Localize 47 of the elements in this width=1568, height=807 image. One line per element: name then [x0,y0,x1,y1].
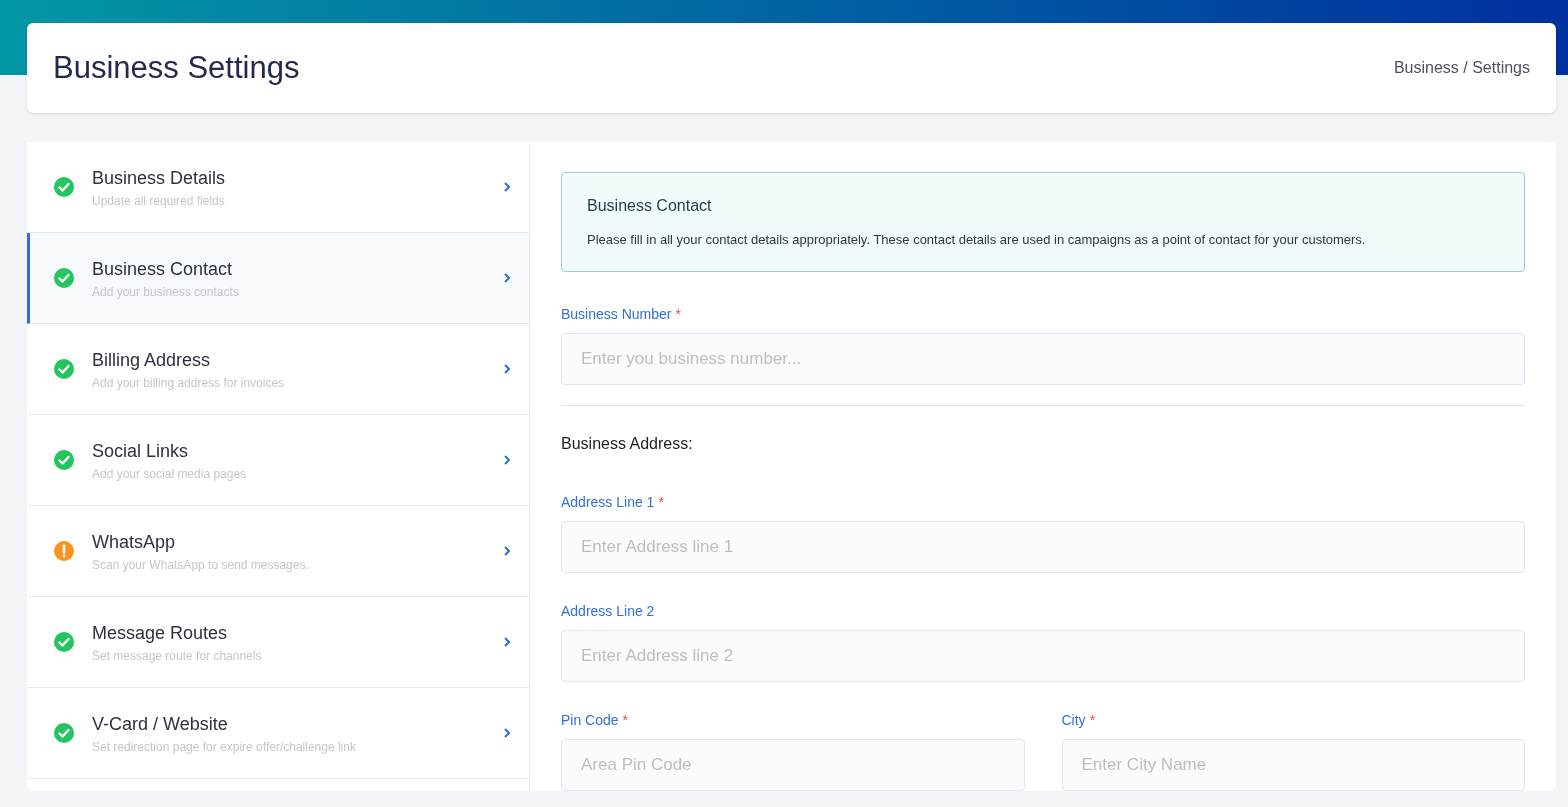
breadcrumb: Business / Settings [1393,58,1530,78]
chevron-right-icon [503,727,511,739]
check-circle-icon [54,723,74,743]
item-title: Message Routes [92,621,229,645]
item-title: Social Links [92,439,190,463]
sidebar-item[interactable]: Business Details Update all required fields [27,142,529,233]
check-circle-icon [54,450,74,470]
exclamation-circle-icon [54,541,74,561]
item-subtitle: Scan your WhatsApp to send messages. [92,556,310,574]
required-asterisk: * [622,710,629,730]
chevron-right-icon [503,636,511,648]
item-subtitle: Update all required fields [92,192,226,210]
check-circle-icon [54,359,74,379]
check-circle-icon [54,632,74,652]
info-text: Please fill in all your contact details appropriately. These contact details are used in campaigns as a point of contact for your customers. [587,231,1367,249]
item-title: Business Contact [92,257,234,281]
required-asterisk: * [675,304,681,324]
item-subtitle: Add your social media pages [92,465,248,483]
required-asterisk: * [658,492,664,512]
input-field[interactable]: Area Pin Code [561,738,1025,791]
chevron-right-icon [503,181,511,193]
section-heading: Business Address: [561,433,694,454]
item-subtitle: Add your billing address for invoices [92,374,286,392]
item-title: Billing Address [92,348,212,372]
required-asterisk: * [1089,710,1096,730]
chevron-right-icon [503,363,511,375]
page-title: Business Settings [53,48,300,87]
chevron-right-icon [503,272,511,284]
field-label: Business Number [561,304,672,324]
check-circle-icon [54,268,74,288]
input-field[interactable]: Enter City Name [1061,738,1525,791]
chevron-right-icon [503,545,511,557]
item-title: V-Card / Website [92,712,229,736]
item-subtitle: Set redirection page for expire offer/challenge link [92,738,357,756]
input-field[interactable]: Enter you business number... [561,332,1525,385]
item-title: Business Details [92,166,227,190]
field-label: Address Line 2 [561,601,655,621]
field-label: Pin Code [561,710,619,730]
chevron-right-icon [503,454,511,466]
check-circle-icon [54,177,74,197]
info-title: Business Contact [587,196,713,216]
field-label: City [1061,710,1086,730]
item-subtitle: Set message route for channels [92,647,263,665]
input-field[interactable]: Enter Address line 2 [561,629,1525,682]
field-label: Address Line 1 [561,492,655,512]
item-title: WhatsApp [92,530,177,554]
input-field[interactable]: Enter Address line 1 [561,520,1525,573]
